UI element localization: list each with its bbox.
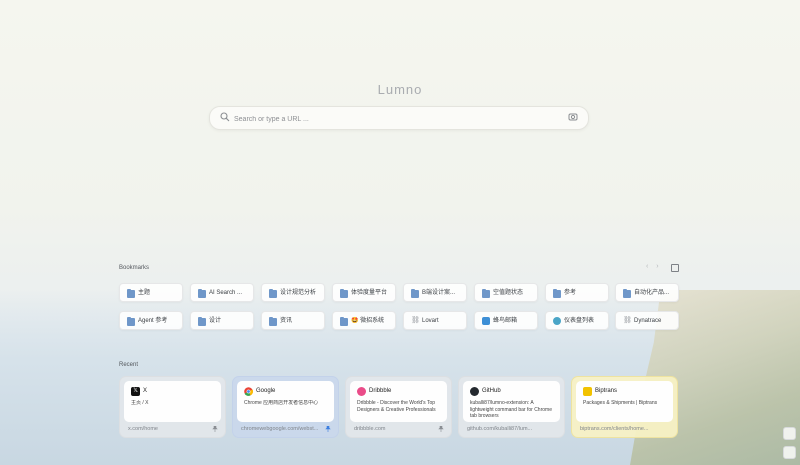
search-input[interactable] [232,110,566,128]
pin-icon[interactable] [438,426,444,432]
biptrans-icon [583,387,592,396]
card-url: biptrans.com/clients/home... [580,426,649,432]
folder-icon [127,317,135,326]
card-description: 主页 / X [131,400,149,406]
card-url: dribbble.com [354,426,386,432]
pin-icon[interactable] [212,426,218,432]
card-title: X [143,388,148,394]
bookmark-item[interactable]: 资讯 [261,311,325,330]
bookmark-label: 仪表盘列表 [564,318,595,324]
settings-button[interactable] [783,446,796,459]
lens-icon[interactable] [568,112,578,122]
bookmark-label: Agent 参考 [138,318,168,324]
folder-icon [340,317,348,326]
bookmark-item[interactable]: 空值题状态 [474,283,538,302]
recent-card-dribbble[interactable]: Dribbble Dribbble - Discover the World's… [345,376,452,438]
card-preview: Biptrans Packages & Shipments | Biptrans [576,381,673,422]
card-description: kuballi87/lumno-extension: A lightweight… [470,400,552,419]
card-description: Dribbble - Discover the World's Top Desi… [357,400,436,413]
link-icon: ⛓ [411,317,420,324]
card-preview: GitHub kuballi87/lumno-extension: A ligh… [463,381,560,422]
bookmark-label: 设计 [209,318,222,324]
link-icon: ⛓ [623,317,632,324]
bird-icon [482,317,490,325]
next-page-button[interactable]: › [656,263,658,270]
bookmark-item[interactable]: 主题 [119,283,183,302]
recent-card-x[interactable]: 𝕏 X 主页 / X x.com/home [119,376,226,438]
bookmark-label: 体验度量平台 [351,290,388,296]
bookmark-label: 主题 [138,290,151,296]
prev-page-button[interactable]: ‹ [646,263,648,270]
chrome-icon [244,387,253,396]
bookmark-label: 蜂鸟邮箱 [493,318,518,324]
card-preview: 𝕏 X 主页 / X [124,381,221,422]
bookmark-item[interactable]: 参考 [545,283,609,302]
card-description: Chrome 应用商店开发者信息中心 [244,400,319,406]
folder-icon [198,289,206,298]
bookmark-label: 设计规范分析 [280,290,317,296]
bookmark-item[interactable]: Agent 参考 [119,311,183,330]
bookmark-label: 🤩 微招系统 [351,318,385,324]
bookmarks-pager: ‹ › [646,263,665,270]
bookmark-item[interactable]: 体验度量平台 [332,283,396,302]
folder-icon [623,289,631,298]
bookmark-item[interactable]: 自动化产品... [615,283,679,302]
bookmark-item[interactable]: B端设计案... [403,283,467,302]
card-url: chromewebgoogle.com/webst... [241,426,319,432]
card-preview: Dribbble Dribbble - Discover the World's… [350,381,447,422]
card-title: Biptrans [595,388,618,394]
folder-icon [127,289,135,298]
recent-card-google[interactable]: Google Chrome 应用商店开发者信息中心 chromewebgoogl… [232,376,339,438]
bookmark-label: 空值题状态 [493,290,524,296]
bookmark-item[interactable]: AI Search ... [190,283,254,302]
card-preview: Google Chrome 应用商店开发者信息中心 [237,381,334,422]
x-logo-icon: 𝕏 [131,387,140,396]
bookmark-item[interactable]: ⛓ Lovart [403,311,467,330]
card-url: x.com/home [128,426,158,432]
bookmark-item[interactable]: 蜂鸟邮箱 [474,311,538,330]
bookmark-label: AI Search ... [209,290,243,296]
bookmark-item[interactable]: ⛓ Dynatrace [615,311,679,330]
bookmarks-grid-icon[interactable] [671,264,679,272]
folder-icon [269,317,277,326]
search-icon [220,112,230,122]
bookmark-label: 自动化产品... [634,290,670,296]
dribbble-icon [357,387,366,396]
wallpaper-button[interactable] [783,427,796,440]
search-bar[interactable] [209,106,589,130]
folder-icon [198,317,206,326]
cloud-icon [553,317,561,325]
brand-logo: Lumno [377,82,423,97]
bookmark-item[interactable]: 设计 [190,311,254,330]
recent-heading: Recent [119,362,139,368]
folder-icon [411,289,419,298]
card-title: Dribbble [369,388,392,394]
folder-icon [269,289,277,298]
bookmark-item[interactable]: 设计规范分析 [261,283,325,302]
bookmark-label: Dynatrace [634,318,662,324]
bookmark-label: Lovart [422,318,439,324]
recent-card-biptrans[interactable]: Biptrans Packages & Shipments | Biptrans… [571,376,678,438]
bookmark-item[interactable]: 仪表盘列表 [545,311,609,330]
bookmark-item[interactable]: 🤩 微招系统 [332,311,396,330]
card-title: Google [256,388,276,394]
card-description: Packages & Shipments | Biptrans [583,400,658,406]
bookmark-label: 资讯 [280,318,293,324]
folder-icon [482,289,490,298]
folder-icon [340,289,348,298]
folder-icon [553,289,561,298]
bookmark-label: 参考 [564,290,577,296]
bookmarks-heading: Bookmarks [119,265,150,271]
recent-card-github[interactable]: GitHub kuballi87/lumno-extension: A ligh… [458,376,565,438]
card-url: github.com/kuballi87/lum... [467,426,533,432]
pin-icon[interactable] [325,426,331,432]
card-title: GitHub [482,388,501,394]
github-icon [470,387,479,396]
bookmark-label: B端设计案... [422,290,456,296]
